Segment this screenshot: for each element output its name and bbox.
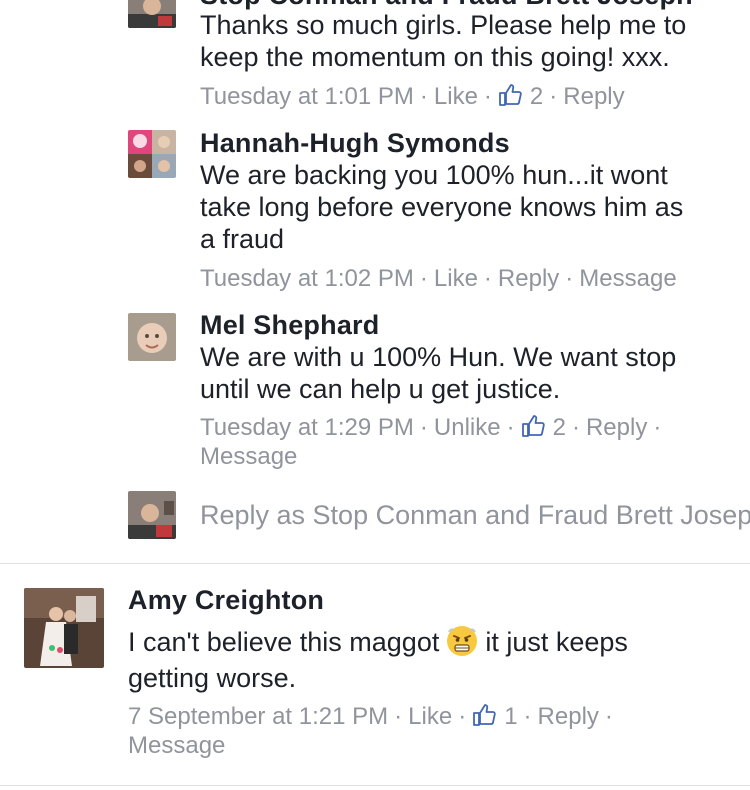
meta-separator: · bbox=[483, 264, 492, 292]
timestamp[interactable]: Tuesday at 1:29 PM bbox=[200, 413, 414, 443]
meta-separator: · bbox=[565, 264, 574, 292]
timestamp[interactable]: Tuesday at 1:01 PM bbox=[200, 82, 414, 112]
meta-separator: · bbox=[419, 413, 428, 441]
like-count[interactable]: 2 bbox=[521, 412, 566, 443]
comment-text-after-emoji: it just keeps bbox=[485, 627, 628, 657]
reply-text-3-line2: until we can help u get justice. bbox=[200, 374, 561, 404]
reply-text-2-line1: We are backing you 100% hun...it wont bbox=[200, 160, 668, 190]
comment-author[interactable]: Amy Creighton bbox=[128, 585, 324, 616]
profile-photo-man-icon bbox=[128, 0, 176, 28]
message-link[interactable]: Message bbox=[128, 731, 225, 761]
thumbs-up-icon bbox=[473, 704, 496, 726]
timestamp[interactable]: Tuesday at 1:02 PM bbox=[200, 264, 414, 294]
profile-collage-icon bbox=[128, 130, 176, 178]
reply-avatar-3[interactable] bbox=[128, 313, 176, 361]
reply-text-3-line1: We are with u 100% Hun. We want stop bbox=[200, 342, 677, 372]
unlike-link[interactable]: Unlike bbox=[434, 413, 501, 443]
profile-photo-baby-icon bbox=[128, 313, 176, 361]
reply-link[interactable]: Reply bbox=[498, 264, 559, 294]
reply-box-avatar bbox=[128, 491, 176, 539]
comment-avatar[interactable] bbox=[24, 588, 104, 668]
reply-meta-2: Tuesday at 1:02 PM · Like · Reply · Message bbox=[200, 263, 677, 294]
reply-avatar-2[interactable] bbox=[128, 130, 176, 178]
reply-avatar-1[interactable] bbox=[128, 0, 176, 28]
like-link[interactable]: Like bbox=[434, 82, 478, 112]
profile-photo-man-icon bbox=[128, 491, 176, 539]
meta-separator: · bbox=[394, 702, 403, 730]
like-link[interactable]: Like bbox=[408, 702, 452, 732]
reply-link[interactable]: Reply bbox=[538, 702, 599, 732]
like-count-value: 2 bbox=[529, 82, 544, 110]
reply-link[interactable]: Reply bbox=[563, 82, 624, 112]
comment-text-line1: I can't believe this maggot it just keeps bbox=[128, 625, 628, 661]
meta-separator: · bbox=[419, 264, 428, 292]
meta-separator: · bbox=[549, 82, 558, 110]
meta-separator: · bbox=[571, 413, 580, 441]
reply-meta-3: Tuesday at 1:29 PM · Unlike · 2 · Reply · bbox=[200, 412, 667, 443]
reply-meta-1: Tuesday at 1:01 PM · Like · 2 · Reply bbox=[200, 81, 625, 112]
reply-text-1-line2: keep the momentum on this going! xxx. bbox=[200, 42, 670, 72]
reply-link[interactable]: Reply bbox=[586, 413, 647, 443]
angry-face-emoji-icon bbox=[447, 625, 478, 656]
like-count-value: 2 bbox=[552, 413, 566, 441]
meta-separator: · bbox=[653, 413, 662, 441]
reply-input[interactable]: Reply as Stop Conman and Fraud Brett Jos… bbox=[200, 498, 750, 532]
comment-meta: 7 September at 1:21 PM · Like · 1 · Reply · bbox=[128, 701, 619, 732]
comment-text-before-emoji: I can't believe this maggot bbox=[128, 627, 440, 657]
meta-separator: · bbox=[604, 702, 613, 730]
like-count-value: 1 bbox=[504, 702, 518, 730]
message-link[interactable]: Message bbox=[579, 264, 676, 294]
comment-divider bbox=[0, 785, 750, 786]
like-count[interactable]: 1 bbox=[472, 701, 518, 732]
reply-text-1-line1: Thanks so much girls. Please help me to bbox=[200, 10, 687, 40]
profile-photo-wedding-icon bbox=[24, 588, 104, 668]
meta-separator: · bbox=[523, 702, 532, 730]
reply-text-2-line2: take long before everyone knows him as bbox=[200, 192, 684, 222]
thumbs-up-icon bbox=[521, 415, 545, 437]
comment-text-line2: getting worse. bbox=[128, 663, 297, 693]
meta-separator: · bbox=[419, 82, 428, 110]
timestamp[interactable]: 7 September at 1:21 PM bbox=[128, 702, 388, 732]
like-link[interactable]: Like bbox=[434, 264, 478, 294]
reply-author-3[interactable]: Mel Shephard bbox=[200, 310, 379, 341]
reply-text-2-line3: a fraud bbox=[200, 224, 285, 254]
like-count[interactable]: 2 bbox=[498, 81, 543, 112]
meta-separator: · bbox=[506, 413, 515, 441]
meta-separator: · bbox=[458, 702, 467, 730]
message-link[interactable]: Message bbox=[200, 442, 297, 472]
comment-divider bbox=[0, 563, 750, 564]
thumbs-up-icon bbox=[499, 84, 522, 106]
reply-author-2[interactable]: Hannah-Hugh Symonds bbox=[200, 128, 510, 159]
meta-separator: · bbox=[483, 82, 492, 110]
